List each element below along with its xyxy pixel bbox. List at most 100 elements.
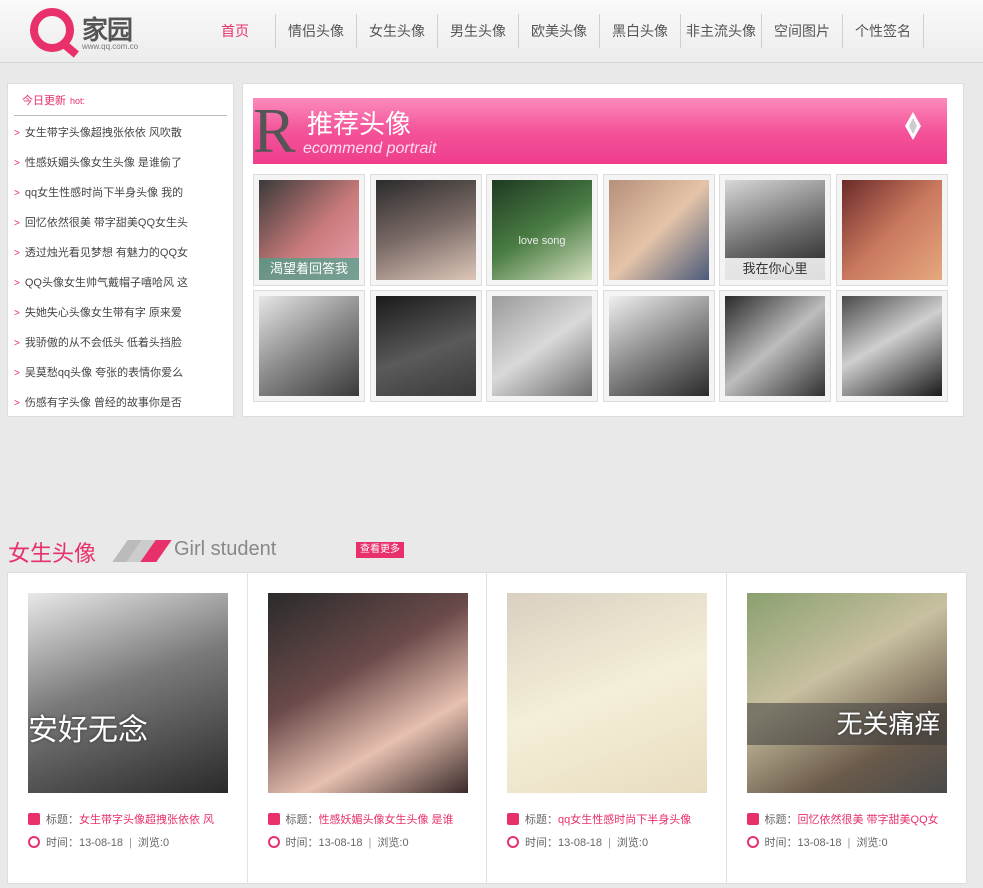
separator: | [368,837,372,849]
list-item-label: qq女生性感时尚下半身头像 我的 [24,187,184,199]
avatar-image: love song [492,180,592,280]
card-meta-line: 时间：13-08-18 | 浏览:0 [267,834,478,850]
recommend-big-letter: R [253,95,296,166]
avatar-image [841,296,942,396]
avatar-image [375,296,476,396]
nav-boy[interactable]: 男生头像 [438,14,519,48]
recommend-thumb[interactable]: 我在你心里 [719,174,831,286]
list-item[interactable]: > QQ头像女生帅气戴帽子嘻哈风 这 [14,268,227,298]
site-logo[interactable]: 家园 www.qq.com.co [30,6,160,56]
clock-icon [507,836,519,848]
time-prefix: 时间： [764,837,798,849]
recommend-thumb[interactable] [835,174,948,286]
card-views: 0 [402,837,409,849]
card-title-line: 标题：qq女生性感时尚下半身头像 [507,811,717,827]
nav-signature[interactable]: 个性签名 [843,14,924,48]
list-item[interactable]: > 女生带字头像超拽张依依 风吹散 [14,118,227,148]
list-item[interactable]: > qq女生性感时尚下半身头像 我的 [14,178,227,208]
arrow-right-icon: > [14,218,20,229]
girl-card: 安好无念 标题：女生带字头像超拽张依依 风时间：13-08-18 | 浏览:0 [8,573,248,883]
list-item-label: 伤感有字头像 曾经的故事你是否 [24,397,182,409]
card-title-line: 标题：性感妖媚头像女生头像 是谁 [267,811,478,827]
today-updates-title: 今日更新 [22,95,66,107]
girl-card: 标题：性感妖媚头像女生头像 是谁 时间：13-08-18 | 浏览:0 [248,573,487,883]
list-item-label: 失她失心头像女生带有字 原来爱 [24,307,182,319]
card-title-link[interactable]: 回忆依然很美 带字甜美QQ女 [798,814,939,826]
arrow-right-icon: > [14,368,20,379]
avatar-image [608,296,709,396]
recommend-thumb[interactable]: 渴望着回答我 [253,174,365,286]
recommend-thumb[interactable] [253,290,365,402]
list-item[interactable]: > 回忆依然很美 带字甜美QQ女生头 [14,208,227,238]
card-views: 0 [162,837,170,849]
recommend-thumb[interactable] [602,174,715,286]
separator: | [129,837,132,849]
list-item-label: 性感妖媚头像女生头像 是谁偷了 [24,157,182,169]
clock-icon [28,836,40,848]
recommend-thumb[interactable] [369,174,482,286]
recommend-panel: R 推荐头像 ecommend portrait 渴望着回答我 love song… [242,83,964,417]
view-more-button[interactable]: 查看更多 [356,542,404,558]
card-views: 0 [881,837,888,849]
card-image[interactable] [507,593,707,793]
card-image[interactable]: 无关痛痒 [746,593,947,793]
nav-bw[interactable]: 黑白头像 [600,14,681,48]
recommend-subtitle: ecommend portrait [303,140,437,157]
nav-home[interactable]: 首页 [195,14,275,48]
girl-card: 无关痛痒 标题：回忆依然很美 带字甜美QQ女 时间：13-08-18 | 浏览:0 [727,573,967,883]
nav-western[interactable]: 欧美头像 [519,14,600,48]
card-caption: 无关痛痒 [746,703,947,745]
recommend-thumb[interactable] [719,290,831,402]
card-time: 13-08-18 [318,837,363,849]
avatar-image [841,180,942,280]
avatar-image [725,296,825,396]
nav-couple[interactable]: 情侣头像 [275,14,357,48]
list-item-label: 回忆依然很美 带字甜美QQ女生头 [24,217,189,229]
list-item[interactable]: > 失她失心头像女生带有字 原来爱 [14,298,227,328]
card-caption: 安好无念 [28,714,148,747]
avatar-image [259,296,359,396]
title-prefix: 标题： [525,814,558,826]
nav-nonmainstream[interactable]: 非主流头像 [681,14,762,48]
time-prefix: 时间： [525,837,558,849]
girl-card: 标题：qq女生性感时尚下半身头像 时间：13-08-18 | 浏览:0 [487,573,727,883]
recommend-title: 推荐头像 [307,109,412,139]
card-title-link[interactable]: 性感妖媚头像女生头像 是谁 [319,814,454,826]
separator: | [608,837,611,849]
recommend-thumb[interactable] [602,290,715,402]
card-image[interactable] [267,593,468,793]
list-item[interactable]: > 性感妖媚头像女生头像 是谁偷了 [14,148,227,178]
list-item[interactable]: > 透过烛光看见梦想 有魅力的QQ女 [14,238,227,268]
recommend-thumb[interactable] [486,290,598,402]
edit-icon [267,813,280,825]
list-item[interactable]: > 伤感有字头像 曾经的故事你是否 [14,388,227,418]
title-prefix: 标题： [285,814,319,826]
list-item[interactable]: > 吴莫愁qq头像 夸张的表情你爱么 [14,358,227,388]
list-item-label: QQ头像女生帅气戴帽子嘻哈风 这 [24,277,189,289]
nav-girl[interactable]: 女生头像 [357,14,438,48]
separator: | [847,837,851,849]
arrow-right-icon: > [14,248,20,259]
list-item-label: 我骄傲的从不会低头 低着头挡脸 [24,337,182,349]
arrow-right-icon: > [14,128,20,139]
title-prefix: 标题： [46,814,79,826]
card-title-link[interactable]: 女生带字头像超拽张依依 风 [79,814,214,826]
avatar-image: 渴望着回答我 [259,180,359,280]
nav-space-images[interactable]: 空间图片 [762,14,843,48]
today-updates-list: > 女生带字头像超拽张依依 风吹散 > 性感妖媚头像女生头像 是谁偷了 > qq女生性… [14,118,227,418]
list-item-label: 吴莫愁qq头像 夸张的表情你爱么 [24,367,184,379]
card-image[interactable]: 安好无念 [28,593,228,793]
list-item[interactable]: > 我骄傲的从不会低头 低着头挡脸 [14,328,227,358]
list-item-label: 透过烛光看见梦想 有魅力的QQ女 [24,247,189,259]
avatar-image [492,296,592,396]
arrow-right-icon: > [14,308,20,319]
diamond-icon[interactable] [905,112,921,140]
card-title-link[interactable]: qq女生性感时尚下半身头像 [558,814,691,826]
recommend-thumb[interactable] [835,290,948,402]
recommend-thumb[interactable] [369,290,482,402]
time-prefix: 时间： [285,837,319,849]
arrow-right-icon: > [14,398,20,409]
title-prefix: 标题： [764,814,798,826]
logo-domain: www.qq.com.co [82,42,139,51]
recommend-thumb[interactable]: love song [486,174,598,286]
